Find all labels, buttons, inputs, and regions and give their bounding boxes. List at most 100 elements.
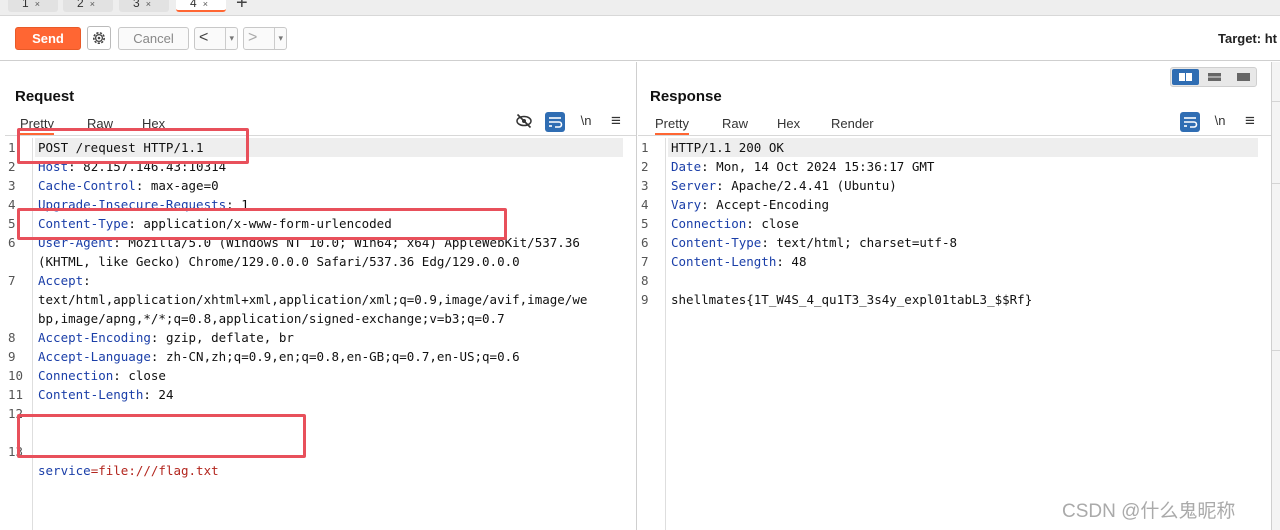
code-text: Cache-Control: max-age=0 <box>38 176 219 195</box>
header-value: 24 <box>158 387 174 402</box>
chevron-left-icon: < <box>199 29 209 46</box>
close-icon[interactable]: × <box>35 0 40 9</box>
header-separator: : <box>113 368 129 383</box>
settings-button[interactable] <box>87 26 111 50</box>
header-separator: : <box>150 349 166 364</box>
header-separator: : <box>143 387 159 402</box>
header-value: bp,image/apng,*/*;q=0.8,application/sign… <box>38 311 505 326</box>
tab-label: 2 <box>77 0 84 10</box>
line-number: 3 <box>8 178 16 193</box>
send-button[interactable]: Send <box>15 27 81 50</box>
close-icon[interactable]: × <box>203 0 208 9</box>
code-text: shellmates{1T_W4S_4_qu1T3_3s4y_expl01tab… <box>671 290 1032 309</box>
divider <box>1272 350 1280 351</box>
layout-single-icon[interactable] <box>1230 69 1257 85</box>
repeater-tab-2[interactable]: 2 × <box>63 0 113 12</box>
history-back-button[interactable]: < ▾ <box>194 27 238 50</box>
code-text: HTTP/1.1 200 OK <box>671 138 784 157</box>
repeater-tab-1[interactable]: 1 × <box>8 0 58 12</box>
line-number: 7 <box>641 254 649 269</box>
header-name: Accept <box>38 273 84 288</box>
line-number: 8 <box>641 273 649 288</box>
header-value: HTTP/1.1 200 OK <box>671 140 784 155</box>
header-separator: : <box>150 330 166 345</box>
menu-icon[interactable]: ≡ <box>1240 112 1260 132</box>
word-wrap-icon[interactable] <box>1180 112 1200 132</box>
header-name: Content-Type <box>671 235 762 250</box>
code-text: text/html,application/xhtml+xml,applicat… <box>38 290 587 309</box>
annotation-box-content-type <box>17 208 507 240</box>
header-name: Connection <box>38 368 114 383</box>
tab-pretty[interactable]: Pretty <box>655 116 689 135</box>
code-text: Content-Length: 24 <box>38 385 173 404</box>
add-tab-icon[interactable]: + <box>236 0 248 15</box>
close-icon[interactable]: × <box>146 0 151 9</box>
header-name: Date <box>671 159 702 174</box>
code-text: Date: Mon, 14 Oct 2024 15:36:17 GMT <box>671 157 934 176</box>
menu-icon[interactable]: ≡ <box>606 112 626 132</box>
tab-label: 1 <box>22 0 29 10</box>
tab-raw[interactable]: Raw <box>722 116 748 131</box>
response-pane: Response Pretty Raw Hex Render \n ≡ 1 HTT… <box>638 62 1272 530</box>
header-separator: : <box>701 159 717 174</box>
hide-eye-icon[interactable] <box>514 112 534 132</box>
code-text: Connection: close <box>38 366 166 385</box>
newline-icon[interactable]: \n <box>576 112 596 132</box>
tab-label: 3 <box>133 0 140 10</box>
chevron-down-icon[interactable]: ▾ <box>274 28 283 49</box>
param-name: service <box>38 463 91 478</box>
line-number: 7 <box>8 273 16 288</box>
header-value: zh-CN,zh;q=0.9,en;q=0.8,en-GB;q=0.7,en-U… <box>165 349 520 364</box>
code-text: service=file:///flag.txt <box>38 461 219 480</box>
toolbar: Send Cancel < ▾ > ▾ Target: ht <box>0 17 1280 61</box>
side-panel-edge <box>1272 62 1280 530</box>
header-separator: : <box>761 235 777 250</box>
header-value: Accept-Encoding <box>716 197 830 212</box>
header-name: Cache-Control <box>38 178 136 193</box>
line-number: 9 <box>641 292 649 307</box>
line-number: 11 <box>8 387 24 402</box>
chevron-down-icon[interactable]: ▾ <box>225 28 234 49</box>
word-wrap-icon[interactable] <box>545 112 565 132</box>
code-text: Content-Length: 48 <box>671 252 806 271</box>
code-text: (KHTML, like Gecko) Chrome/129.0.0.0 Saf… <box>38 252 520 271</box>
request-editor[interactable]: 1 POST /request HTTP/1.1 2 Host: 82.157.146… <box>5 138 636 530</box>
code-text: Content-Type: text/html; charset=utf-8 <box>671 233 957 252</box>
layout-toggle <box>1170 67 1257 87</box>
code-text: Connection: close <box>671 214 799 233</box>
annotation-box-body <box>17 414 306 458</box>
header-value: Mon, 14 Oct 2024 15:36:17 GMT <box>716 159 935 174</box>
code-text: Accept: <box>38 271 91 290</box>
header-separator: : <box>776 254 792 269</box>
newline-icon[interactable]: \n <box>1210 112 1230 132</box>
header-value: (KHTML, like Gecko) Chrome/129.0.0.0 Saf… <box>38 254 520 269</box>
header-separator: : <box>83 273 91 288</box>
header-value: text/html,application/xhtml+xml,applicat… <box>38 292 588 307</box>
history-forward-button[interactable]: > ▾ <box>243 27 287 50</box>
layout-stacked-icon[interactable] <box>1201 69 1228 85</box>
divider <box>1272 183 1280 184</box>
close-icon[interactable]: × <box>90 0 95 9</box>
header-separator: : <box>135 178 151 193</box>
request-tab-strip: 1 × 2 × 3 × 4 × + <box>0 0 1280 16</box>
line-number: 2 <box>641 159 649 174</box>
repeater-tab-4[interactable]: 4 × <box>176 0 226 12</box>
gear-icon <box>93 32 105 44</box>
header-name: Content-Length <box>671 254 777 269</box>
code-text: Accept-Language: zh-CN,zh;q=0.9,en;q=0.8… <box>38 347 520 366</box>
response-editor[interactable]: 1 HTTP/1.1 200 OK 2 Date: Mon, 14 Oct 2024 … <box>638 138 1271 530</box>
tab-hex[interactable]: Hex <box>777 116 800 131</box>
header-value: shellmates{1T_W4S_4_qu1T3_3s4y_expl01tab… <box>671 292 1033 307</box>
response-title: Response <box>650 88 722 105</box>
line-number: 3 <box>641 178 649 193</box>
cancel-button[interactable]: Cancel <box>118 27 189 50</box>
divider <box>1272 101 1280 102</box>
header-name: Vary <box>671 197 702 212</box>
watermark: CSDN @什么鬼昵称 <box>1062 501 1236 522</box>
repeater-tab-3[interactable]: 3 × <box>119 0 169 12</box>
layout-side-by-side-icon[interactable] <box>1172 69 1199 85</box>
tab-render[interactable]: Render <box>831 116 874 131</box>
header-name: Accept-Language <box>38 349 151 364</box>
line-number: 1 <box>641 140 649 155</box>
target-label[interactable]: Target: ht <box>1218 31 1277 46</box>
